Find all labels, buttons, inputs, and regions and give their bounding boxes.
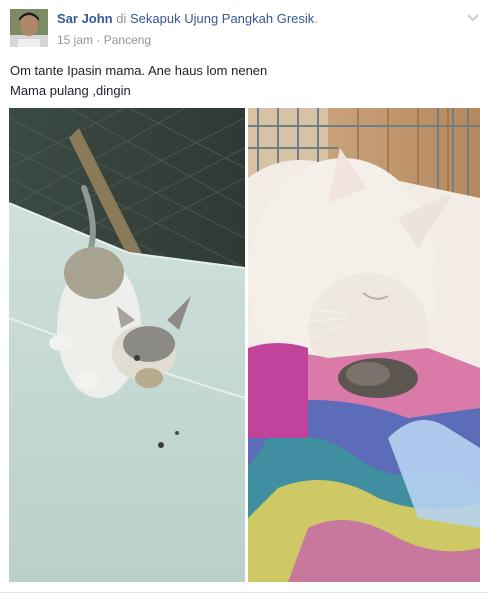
post-message: Om tante Ipasin mama. Ane haus lom nenen…	[10, 61, 267, 101]
timestamp[interactable]: 15 jam	[57, 33, 93, 47]
at-word: di	[116, 11, 127, 26]
message-line: Om tante Ipasin mama. Ane haus lom nenen	[10, 63, 268, 78]
post-meta: 15 jam · Panceng	[57, 33, 151, 47]
author-name[interactable]: Sar John	[57, 11, 113, 26]
place-link[interactable]: Sekapuk Ujung Pangkah Gresik	[130, 11, 314, 26]
photo-cat-nursing[interactable]	[248, 108, 480, 582]
avatar[interactable]	[10, 9, 48, 47]
chevron-down-icon[interactable]	[466, 10, 480, 22]
photo-kitten-on-table[interactable]	[9, 108, 245, 582]
message-line: Mama pulang ,dingin	[10, 83, 131, 98]
location-link[interactable]: Panceng	[104, 33, 151, 47]
avatar-image	[10, 9, 48, 47]
facebook-post: Sar John di Sekapuk Ujung Pangkah Gresik…	[0, 0, 489, 595]
header-period: .	[314, 11, 318, 26]
meta-separator: ·	[96, 33, 101, 47]
post-header: Sar John di Sekapuk Ujung Pangkah Gresik…	[57, 11, 318, 26]
divider	[0, 592, 489, 593]
